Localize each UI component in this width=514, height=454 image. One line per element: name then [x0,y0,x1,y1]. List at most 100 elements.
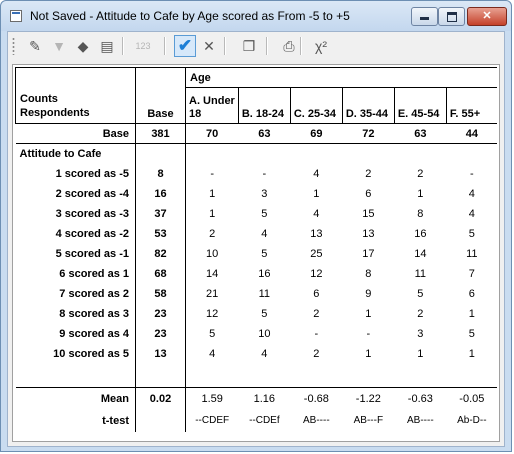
value-cell: 2 [313,347,320,360]
value-cell: 1 [365,347,372,360]
spacer-row [15,363,498,388]
value-cell: 4 [468,207,475,220]
notes-button[interactable]: ▤ [96,35,118,57]
spacer-cell [185,363,239,388]
value-cell: 4 [261,347,268,360]
row-label: 10 scored as 5 [15,343,136,364]
delete-icon: ✕ [203,37,215,54]
base-cell: 53 [135,223,186,244]
value-cell: 12 [310,267,323,280]
value-cell: 1.59 [201,392,223,405]
value-cell: 5 [261,247,268,260]
table-row: 5 scored as -1 82 10 5 25 17 14 11 [15,243,498,264]
value-cell: 5 [417,287,424,300]
value-cell: 5 [468,327,475,340]
minimize-button[interactable] [411,7,438,26]
value-cell [446,144,497,164]
base-row: Base 381 70 63 69 72 63 44 [15,123,498,144]
row-label: t-test [15,409,136,432]
crosstab-grid[interactable]: Counts Respondents Age Base A. Under 18 B.… [12,64,500,442]
section-row: Attitude to Cafe [15,143,498,164]
maximize-button[interactable] [438,7,465,26]
row-label: 7 scored as 2 [15,283,136,304]
ttest-row: t-test --CDEF --CDEf AB---- AB---F AB---- Ab-D… [15,409,498,432]
value-cell: 3 [261,187,268,200]
section-label: Attitude to Cafe [15,143,136,164]
value-cell: 16 [258,267,271,280]
notes-icon: ▤ [100,37,114,54]
column-header-line2: B. 18-24 [241,108,285,120]
value-cell: 1 [468,347,475,360]
table-row: 7 scored as 2 58 21 11 6 9 5 6 [15,283,498,304]
value-cell: 1.16 [253,392,276,405]
base-header: Base [135,87,186,124]
value-cell: 69 [290,123,343,144]
value-cell: 4 [313,207,320,220]
value-cell: 1 [313,187,320,200]
value-cell: 9 [365,287,372,300]
check-button[interactable]: ✔ [174,35,196,57]
value-cell: - [262,167,267,180]
edit-table-icon: ✎ [29,37,41,54]
filter-button[interactable]: ▼ [48,35,70,57]
value-cell [394,144,446,164]
row-label: 5 scored as -1 [15,243,136,264]
value-cell: 11 [466,247,478,260]
table-row: 2 scored as -4 16 1 3 1 6 1 4 [15,183,498,204]
column-header-line2: E. 45-54 [397,108,440,120]
value-cell: -0.63 [407,392,433,405]
value-cell: 11 [414,267,427,280]
group-header-age: Age [185,67,498,88]
value-cell: -0.05 [459,392,485,405]
value-cell: 1 [365,307,372,320]
value-cell: --CDEF [195,415,230,426]
row-label: 6 scored as 1 [15,263,136,284]
report-window: Not Saved - Attitude to Cafe by Age scor… [0,0,512,452]
delete-button[interactable]: ✕ [198,35,220,57]
value-cell: 6 [313,287,320,300]
copy-button[interactable]: ❐ [238,35,260,57]
row-label: 3 scored as -3 [15,203,136,224]
value-cell: 7 [468,267,475,280]
title-bar[interactable]: Not Saved - Attitude to Cafe by Age scor… [1,1,511,31]
value-cell: AB---- [407,415,434,426]
toolbar-separator [164,37,166,55]
value-cell: AB---F [353,415,384,426]
value-cell: 6 [365,187,372,200]
column-header-line2: D. 35-44 [345,108,389,120]
value-cell: 1 [417,187,424,200]
stub-header-respondents: Respondents [20,107,90,119]
table-row: 9 scored as 4 23 5 10 - - 3 5 [15,323,498,344]
row-label: 8 scored as 3 [15,303,136,324]
base-cell: 82 [135,243,186,264]
stub-header: Counts Respondents [15,67,136,124]
maximize-icon [446,12,457,22]
value-cell: 3 [417,327,424,340]
column-header-line1: A. Under [189,95,235,107]
value-cell: 12 [206,307,219,320]
column-header-line2: 18 [189,108,202,120]
chi-square-button[interactable]: χ² [310,35,332,57]
copy-icon: ❐ [242,37,256,54]
value-cell: 13 [310,227,323,240]
value-cell: 1 [209,187,216,200]
column-header: B. 18-24 [238,87,291,124]
value-cell: AB---- [303,415,330,426]
row-label: 2 scored as -4 [15,183,136,204]
toolbar-grip[interactable] [12,37,15,55]
numbering-button[interactable]: 123 [132,35,154,57]
value-cell [186,144,239,164]
close-button[interactable]: ✕ [467,7,507,26]
close-icon: ✕ [482,10,492,22]
value-cell: 1 [468,307,475,320]
toolbar-separator [224,37,226,55]
print-button[interactable]: ⎙ [278,35,300,57]
column-header: C. 25-34 [290,87,343,124]
edit-table-button[interactable]: ✎ [24,35,46,57]
value-cell: 10 [206,247,219,260]
value-cell: 6 [468,287,475,300]
base-cell [135,143,186,164]
base-cell: 37 [135,203,186,224]
base-cell: 23 [135,323,186,344]
fill-format-button[interactable]: ◆ [72,35,94,57]
